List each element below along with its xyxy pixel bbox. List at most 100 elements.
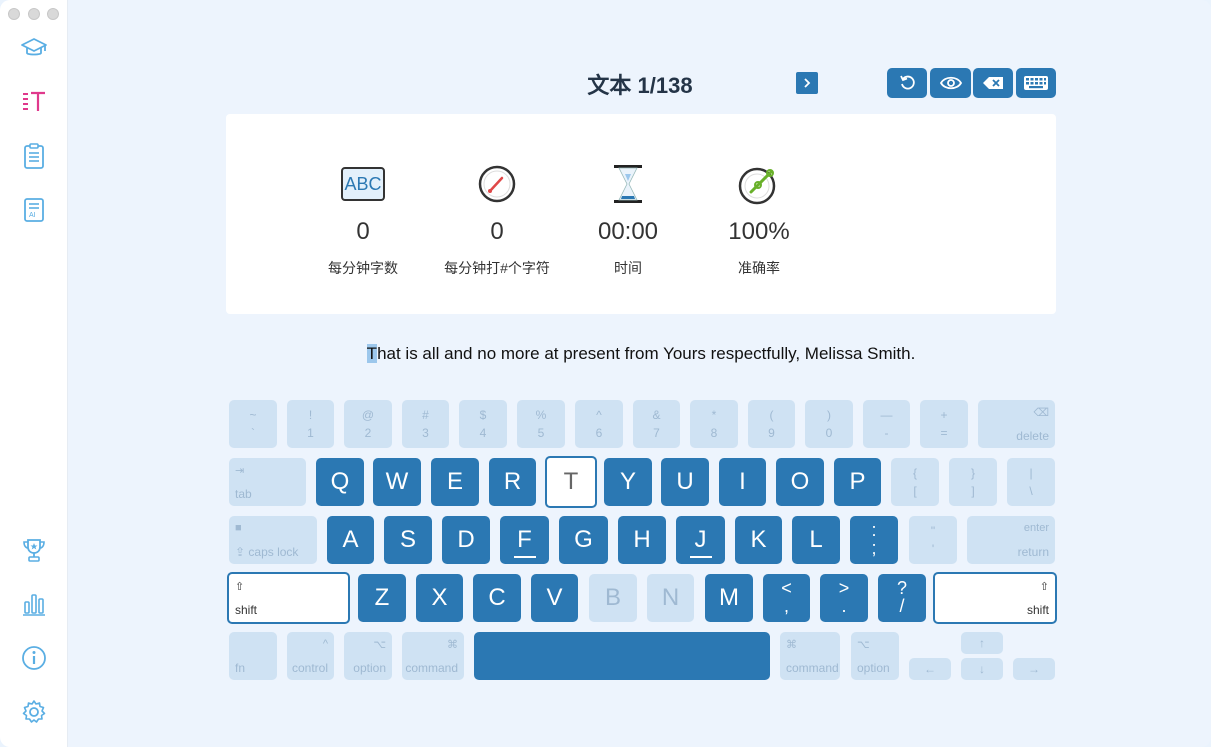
key-label: option xyxy=(353,661,386,675)
key-3[interactable]: #3 xyxy=(402,400,449,448)
key-y[interactable]: Y xyxy=(604,458,652,506)
key-quote[interactable]: " ' xyxy=(909,516,957,564)
key-4[interactable]: $4 xyxy=(459,400,507,448)
key-w[interactable]: W xyxy=(373,458,421,506)
key-1[interactable]: ! 1 xyxy=(287,400,334,448)
key-control[interactable]: ^ control xyxy=(287,632,334,680)
key-e[interactable]: E xyxy=(431,458,479,506)
key-i[interactable]: I xyxy=(719,458,766,506)
key-x[interactable]: X xyxy=(416,574,463,622)
key-g[interactable]: G xyxy=(559,516,608,564)
shift-icon: ⇧ xyxy=(235,581,245,593)
key-label: ⇪ caps lock xyxy=(235,545,299,559)
key-arrow-up[interactable]: ↑ xyxy=(961,632,1003,654)
sidebar-item-courses[interactable] xyxy=(18,32,50,64)
key-caps-lock[interactable]: ■ ⇪ caps lock xyxy=(229,516,317,564)
key-comma[interactable]: <, xyxy=(763,574,810,622)
key-period[interactable]: >. xyxy=(820,574,868,622)
key-v[interactable]: V xyxy=(531,574,578,622)
key-a[interactable]: A xyxy=(327,516,374,564)
key-label: option xyxy=(857,661,890,675)
key-arrow-down[interactable]: ↓ xyxy=(961,658,1003,680)
key-8[interactable]: * 8 xyxy=(690,400,738,448)
key-minus[interactable]: — - xyxy=(863,400,910,448)
option-icon: ⌥ xyxy=(857,639,870,651)
key-m[interactable]: M xyxy=(705,574,753,622)
key-label: shift xyxy=(1026,603,1049,617)
sidebar-item-about[interactable] xyxy=(18,642,50,674)
key-5[interactable]: % 5 xyxy=(517,400,565,448)
key-7[interactable]: & 7 xyxy=(633,400,680,448)
graduation-cap-icon xyxy=(21,38,47,56)
key-p[interactable]: P xyxy=(834,458,881,506)
preview-button[interactable] xyxy=(930,68,971,98)
key-6[interactable]: ^ 6 xyxy=(575,400,623,448)
key-semicolon[interactable]: :; xyxy=(850,516,898,564)
key-l[interactable]: L xyxy=(792,516,840,564)
key-label: 2 xyxy=(364,426,372,440)
key-0[interactable]: ) 0 xyxy=(805,400,853,448)
sidebar-item-settings[interactable] xyxy=(18,696,50,728)
delete-key-icon: ⌫ xyxy=(1033,407,1049,419)
restart-button[interactable] xyxy=(887,68,927,98)
sidebar-item-articles[interactable] xyxy=(18,140,50,172)
key-h[interactable]: H xyxy=(618,516,666,564)
key-shift-left[interactable]: ⇧ shift xyxy=(227,572,350,624)
key-q[interactable]: Q xyxy=(316,458,364,506)
key-r[interactable]: R xyxy=(489,458,536,506)
sidebar-item-text-practice[interactable] xyxy=(18,86,50,118)
sidebar-item-ai-text[interactable]: AI xyxy=(18,194,50,226)
sidebar: AI xyxy=(0,0,68,747)
key-label: F xyxy=(517,526,532,553)
key-fn[interactable]: fn xyxy=(229,632,277,680)
key-n[interactable]: N xyxy=(647,574,694,622)
key-option-left[interactable]: ⌥ option xyxy=(344,632,392,680)
sidebar-item-achievements[interactable] xyxy=(18,534,50,566)
key-command-left[interactable]: ⌘ command xyxy=(402,632,464,680)
key-u[interactable]: U xyxy=(661,458,709,506)
key-shift-label: ( xyxy=(769,408,774,422)
next-text-button[interactable] xyxy=(796,72,818,94)
key-s[interactable]: S xyxy=(384,516,432,564)
key-arrow-right[interactable]: → xyxy=(1013,658,1055,680)
key-k[interactable]: K xyxy=(735,516,782,564)
key-label: ' xyxy=(931,542,935,556)
key-j[interactable]: J xyxy=(676,516,725,564)
key-2[interactable]: @2 xyxy=(344,400,392,448)
delete-button[interactable] xyxy=(973,68,1013,98)
accuracy-value: 100% xyxy=(728,218,790,245)
abc-icon: ABC xyxy=(341,162,385,206)
key-t-next[interactable]: T xyxy=(545,456,597,508)
key-backtick[interactable]: ~ ` xyxy=(229,400,277,448)
key-backslash[interactable]: | \ xyxy=(1007,458,1055,506)
key-d[interactable]: D xyxy=(442,516,490,564)
key-tab[interactable]: ⇥ tab xyxy=(229,458,306,506)
key-c[interactable]: C xyxy=(473,574,521,622)
key-f[interactable]: F xyxy=(500,516,549,564)
key-9[interactable]: (9 xyxy=(748,400,795,448)
key-label: command xyxy=(786,661,839,675)
key-label: / xyxy=(899,596,905,616)
key-left-bracket[interactable]: {[ xyxy=(891,458,939,506)
key-b[interactable]: B xyxy=(589,574,637,622)
zoom-window-button[interactable] xyxy=(47,8,59,20)
key-o[interactable]: O xyxy=(776,458,824,506)
key-return[interactable]: enter return xyxy=(967,516,1055,564)
key-z[interactable]: Z xyxy=(358,574,406,622)
key-delete[interactable]: ⌫ delete xyxy=(978,400,1055,448)
key-command-right[interactable]: ⌘ command xyxy=(780,632,840,680)
close-window-button[interactable] xyxy=(8,8,20,20)
minimize-window-button[interactable] xyxy=(28,8,40,20)
key-label: J xyxy=(694,526,707,553)
key-space[interactable] xyxy=(474,632,770,680)
key-label: command xyxy=(405,661,458,675)
key-shift-right[interactable]: ⇧ shift xyxy=(933,572,1057,624)
key-slash[interactable]: ? / xyxy=(878,574,926,622)
key-right-bracket[interactable]: }] xyxy=(949,458,997,506)
keyboard-toggle-button[interactable] xyxy=(1016,68,1056,98)
key-arrow-left[interactable]: ← xyxy=(909,658,951,680)
key-equals[interactable]: + = xyxy=(920,400,968,448)
key-option-right[interactable]: ⌥ option xyxy=(851,632,899,680)
sidebar-item-statistics[interactable] xyxy=(18,588,50,620)
key-label: 0 xyxy=(825,426,833,440)
